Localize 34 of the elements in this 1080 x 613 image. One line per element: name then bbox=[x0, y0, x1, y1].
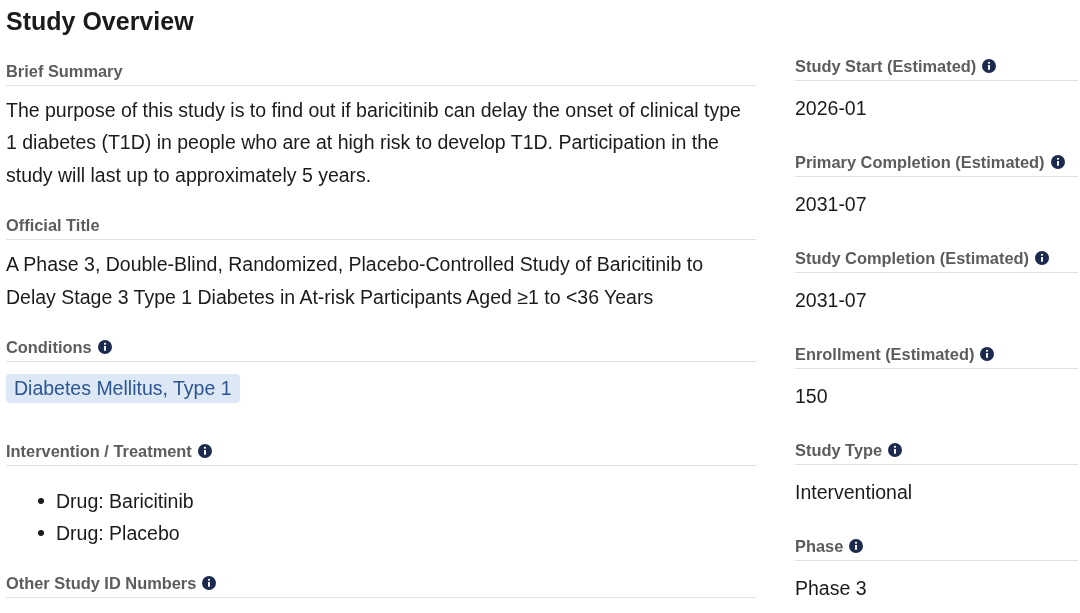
info-icon[interactable] bbox=[197, 444, 212, 458]
detail-value: 150 bbox=[795, 383, 829, 409]
detail-label: Study Type bbox=[795, 440, 883, 461]
info-icon[interactable] bbox=[849, 539, 864, 553]
detail-label: Phase bbox=[795, 536, 844, 557]
detail-label: Study Completion (Estimated) bbox=[795, 248, 1030, 269]
detail-label: Enrollment (Estimated) bbox=[795, 344, 975, 365]
info-icon[interactable] bbox=[980, 347, 995, 361]
intervention-item: Drug: Placebo bbox=[56, 521, 180, 546]
info-icon[interactable] bbox=[97, 340, 112, 354]
info-icon[interactable] bbox=[982, 59, 997, 73]
section-label: Brief Summary bbox=[6, 61, 123, 82]
intervention-item: Drug: Baricitinib bbox=[56, 489, 194, 514]
info-icon[interactable] bbox=[1050, 155, 1065, 169]
info-icon[interactable] bbox=[888, 443, 903, 457]
page-title: Study Overview bbox=[6, 7, 194, 35]
section-label: Intervention / Treatment bbox=[6, 441, 192, 462]
detail-label: Study Start (Estimated) bbox=[795, 56, 977, 77]
detail-value: Phase 3 bbox=[795, 575, 868, 601]
detail-label: Primary Completion (Estimated) bbox=[795, 152, 1045, 173]
detail-value: 2026-01 bbox=[795, 95, 868, 121]
section-label: Conditions bbox=[6, 337, 92, 358]
detail-value: Interventional bbox=[795, 479, 914, 505]
section-label: Other Study ID Numbers bbox=[6, 573, 197, 594]
section-label: Official Title bbox=[6, 215, 100, 237]
condition-tag[interactable]: Diabetes Mellitus, Type 1 bbox=[6, 374, 240, 403]
section-text: The purpose of this study is to find out if baricitinib can delay the onset of clinical type 1 diabetes (T1D) in people who are at high risk to develop T1D. Participation in the study will last up to approximately 5 years. bbox=[6, 97, 742, 188]
section-text: A Phase 3, Double-Blind, Randomized, Placebo-Controlled Study of Baricitinib to Delay Stage 3 Type 1 Diabetes in At-risk Participants Aged ≥1 to <36 Years bbox=[6, 252, 704, 310]
bullet-icon bbox=[38, 498, 44, 504]
bullet-icon bbox=[38, 530, 44, 536]
info-icon[interactable] bbox=[1035, 251, 1050, 265]
detail-value: 2031-07 bbox=[795, 191, 868, 217]
info-icon[interactable] bbox=[202, 576, 217, 590]
detail-value: 2031-07 bbox=[795, 287, 868, 313]
